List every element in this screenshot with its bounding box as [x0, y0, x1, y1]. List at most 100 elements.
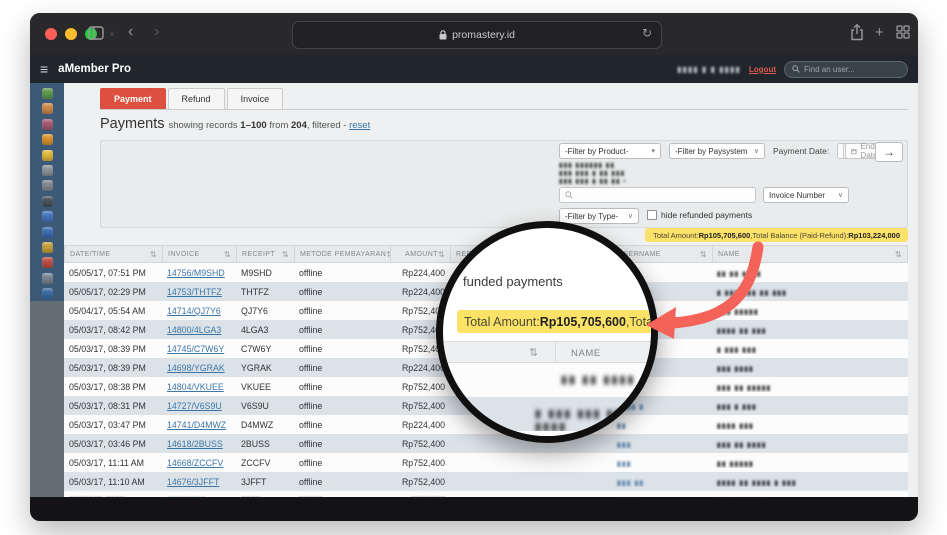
reload-icon[interactable]: ↻ [642, 26, 652, 40]
tab-invoice[interactable]: Invoice [226, 88, 284, 109]
payment-method: offline [299, 305, 323, 316]
main-content: Payment Refund Invoice Payments showing r… [64, 83, 918, 497]
minimize-window-button[interactable] [65, 28, 77, 40]
close-window-button[interactable] [45, 28, 57, 40]
magnified-table-header: ⇅ NAME [443, 341, 651, 363]
logout-link[interactable]: Logout [749, 65, 776, 74]
filter-by-product-select[interactable]: -Filter by Product- ▾ [559, 143, 661, 159]
new-tab-button[interactable]: + [875, 23, 884, 43]
setup-gear-icon[interactable] [41, 164, 53, 176]
customer-name-masked: ▮▮▮▮ ▮▮ ▮▮▮▮ ▮ ▮▮▮ [717, 479, 797, 487]
chevron-down-icon: ∨ [627, 213, 633, 220]
payment-date-label: Payment Date: [773, 146, 830, 156]
invoice-link[interactable]: 14727/V6S9U [167, 401, 222, 411]
payment-amount: Rp752,400 [401, 476, 445, 487]
filter-by-type-select[interactable]: -Filter by Type- ∨ [559, 208, 639, 224]
username-link-masked[interactable]: ▮▮▮ [617, 442, 632, 449]
address-bar[interactable]: promastery.id ↻ [292, 21, 662, 49]
hide-refunded-checkbox[interactable] [647, 210, 657, 220]
page-heading: Payments showing records 1–100 from 204, … [100, 116, 370, 132]
column-header-method[interactable]: METODE PEMBAYARAN⇅ [295, 246, 391, 262]
selected-products-masked: ▮▮▮ ▮▮▮▮▮▮ ▮▮ ▮▮▮ ▮▮▮ ▮ ▮▮ ▮▮▮ ▮▮▮ ▮▮▮ ▮ ▮… [559, 162, 627, 185]
receipt-code: 2BUSS [241, 438, 270, 449]
payment-datetime: 05/03/17, 03:46 PM [69, 438, 146, 449]
payment-method: offline [299, 343, 323, 354]
apply-filter-button[interactable]: → [875, 142, 903, 162]
receipt-code: THTFZ [241, 286, 269, 297]
invoice-link[interactable]: 14800/4LGA3 [167, 325, 221, 335]
payment-datetime: 05/05/17, 02:29 PM [69, 286, 146, 297]
sort-icon[interactable]: ⇅ [895, 250, 902, 259]
customer-name-masked: ▮ ▮▮▮ ▮▮▮ [717, 346, 757, 354]
helpdesk-icon[interactable] [41, 257, 53, 269]
find-user-search[interactable]: Find an user... [784, 60, 908, 78]
column-header-amount[interactable]: AMOUNT ⇅ [391, 246, 451, 262]
payment-datetime: 05/03/17, 03:47 PM [69, 419, 146, 430]
customer-name-masked: ▮▮▮ ▮▮▮▮ [717, 365, 754, 373]
magnifier-overlay: funded payments Total Amount: Rp105,705,… [436, 221, 658, 443]
tab-refund[interactable]: Refund [167, 88, 225, 109]
sort-icon[interactable]: ⇅ [150, 250, 157, 259]
invoice-link[interactable]: 14756/M9SHD [167, 268, 225, 278]
payments-wallet-icon[interactable] [41, 134, 53, 146]
invoice-link[interactable]: 14618/2BUSS [167, 439, 223, 449]
payment-amount: Rp752,400 [401, 457, 445, 468]
sort-icon[interactable]: ⇅ [282, 250, 289, 259]
table-row: 05/03/17, 11:11 AM 14668/ZCCFV ZCCFV off… [64, 453, 908, 472]
search-icon [565, 191, 573, 199]
tab-payment[interactable]: Payment [100, 88, 166, 109]
red-annotation-arrow [646, 241, 764, 339]
back-button[interactable]: ‹ [128, 22, 133, 42]
records-total: 204 [291, 120, 307, 131]
sort-icon[interactable]: ⇅ [224, 250, 231, 259]
invoice-link[interactable]: 14714/QJ7Y6 [167, 306, 221, 316]
protection-lock-icon[interactable] [41, 149, 53, 161]
sort-icon[interactable]: ⇅ [438, 250, 445, 259]
reports-chart-icon[interactable] [41, 118, 53, 130]
forms-pen-icon[interactable] [41, 211, 53, 223]
column-header-receipt[interactable]: RECEIPT ⇅ [237, 246, 295, 262]
username-link-masked[interactable]: ▮▮▮ [617, 461, 632, 468]
invoice-link[interactable]: 14804/VKUEE [167, 382, 224, 392]
receipt-code: D4MWZ [241, 419, 274, 430]
products-cart-icon[interactable] [41, 180, 53, 192]
reports-books-icon[interactable] [41, 226, 53, 238]
invoice-link[interactable]: 14741/D4MWZ [167, 420, 226, 430]
customer-name-masked: ▮▮▮ ▮ ▮▮▮ [717, 403, 757, 411]
users-icon[interactable] [41, 103, 53, 115]
invoice-link[interactable]: 14698/YGRAK [167, 363, 225, 373]
admins-icon[interactable] [41, 241, 53, 253]
receipt-code: YGRAK [241, 362, 272, 373]
invoice-link[interactable]: 14753/THTFZ [167, 287, 222, 297]
filter-by-paysystem-select[interactable]: -Filter by Paysystem ∨ [669, 143, 765, 159]
utilities-wrench-icon[interactable] [41, 272, 53, 284]
payment-method: offline [299, 362, 323, 373]
invoice-link[interactable]: 14668/ZCCFV [167, 458, 223, 468]
tab-overview-icon[interactable] [896, 25, 910, 45]
invoice-link[interactable]: 14745/C7W6Y [167, 344, 224, 354]
forward-button[interactable]: › [154, 22, 159, 42]
invoice-link[interactable]: ▮▮▮▮▮▮▮▮ [167, 495, 206, 497]
column-header-datetime[interactable]: DATE/TIME ⇅ [65, 246, 163, 262]
reset-filter-link[interactable]: reset [349, 120, 370, 131]
username-link-masked[interactable]: ▮▮▮ ▮▮ [617, 480, 644, 487]
payment-amount: ▮▮▮▮▮▮▮ [390, 495, 450, 497]
share-icon[interactable] [850, 24, 864, 44]
filter-search-input[interactable] [559, 187, 756, 203]
sidebar-toggle-icon[interactable] [88, 26, 104, 46]
invoice-link[interactable]: 14676/3JFFT [167, 477, 219, 487]
screenshot-stage: { "browser": { "url": "promastery.id" },… [0, 0, 947, 535]
total-balance-value: Rp103,224,000 [848, 230, 900, 240]
sort-icon: ⇅ [529, 347, 539, 359]
search-field-select[interactable]: Invoice Number ∨ [763, 187, 849, 203]
column-header-invoice[interactable]: INVOICE ⇅ [163, 246, 237, 262]
filter-type-label: -Filter by Type- [565, 211, 619, 221]
payment-amount: Rp224,400 [401, 419, 445, 430]
chevron-down-icon[interactable]: ∨ [109, 24, 115, 44]
receipt-code: V6S9U [241, 400, 269, 411]
menu-hamburger-icon[interactable]: ≡ [40, 61, 48, 77]
affiliates-icon[interactable] [41, 195, 53, 207]
info-icon[interactable] [41, 288, 53, 300]
lock-icon [439, 30, 447, 40]
dashboard-icon[interactable] [41, 88, 53, 99]
